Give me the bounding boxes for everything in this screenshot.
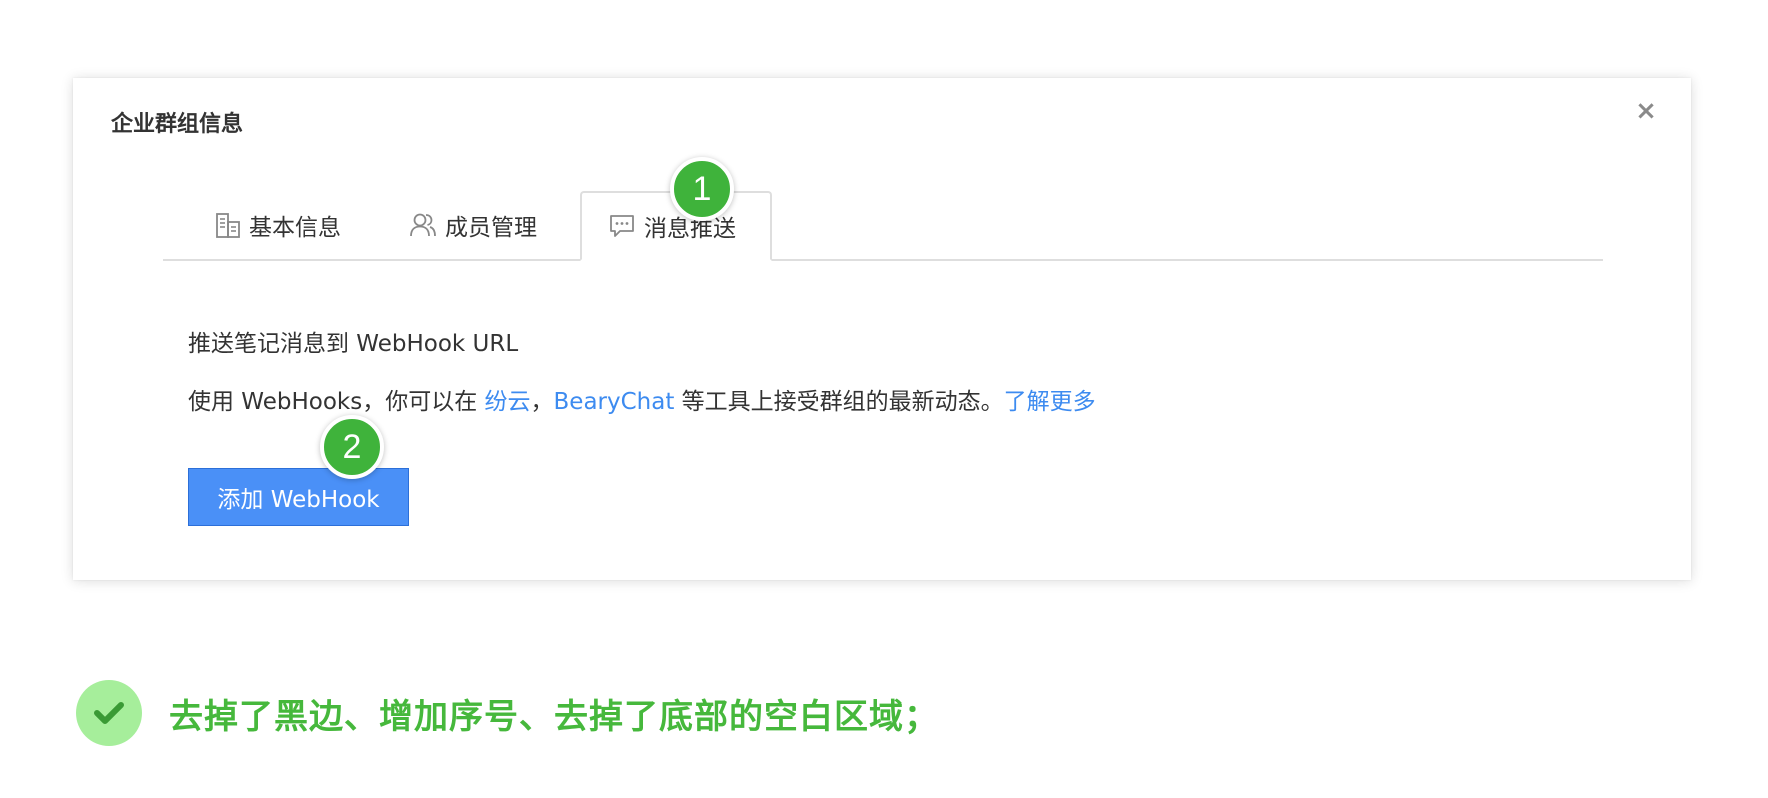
message-icon	[610, 215, 634, 237]
close-icon[interactable]: ×	[1635, 96, 1657, 126]
add-webhook-button[interactable]: 添加 WebHook	[188, 468, 409, 526]
enterprise-group-dialog: 企业群组信息 × 基本信息 成员管理 消息推送 推送笔记消息到 WebHook …	[73, 78, 1691, 580]
webhook-heading: 推送笔记消息到 WebHook URL	[188, 331, 519, 357]
description-prefix: 使用 WebHooks，你可以在	[188, 389, 485, 415]
tab-member-management-label: 成员管理	[445, 215, 537, 241]
tab-bar: 基本信息 成员管理 消息推送	[163, 191, 1603, 261]
learn-more-link[interactable]: 了解更多	[1004, 389, 1096, 415]
tab-member-management[interactable]: 成员管理	[409, 191, 537, 259]
building-icon	[216, 213, 240, 238]
description-separator: ，	[530, 389, 554, 415]
fenyun-link[interactable]: 纷云	[485, 389, 531, 415]
tab-basic-info[interactable]: 基本信息	[215, 191, 341, 259]
description-middle: 等工具上接受群组的最新动态。	[674, 389, 1004, 415]
webhook-description: 使用 WebHooks，你可以在 纷云，BearyChat 等工具上接受群组的最…	[188, 382, 1096, 416]
bearychat-link[interactable]: BearyChat	[554, 389, 675, 415]
check-icon	[76, 680, 142, 746]
note-text: 去掉了黑边、增加序号、去掉了底部的空白区域；	[169, 696, 939, 737]
dialog-title: 企业群组信息	[111, 112, 244, 137]
step-badge-2: 2	[320, 415, 384, 479]
step-badge-1: 1	[670, 157, 734, 221]
users-icon	[410, 213, 436, 237]
close-button[interactable]: ×	[1631, 96, 1661, 126]
tab-basic-info-label: 基本信息	[249, 215, 341, 241]
change-note: 去掉了黑边、增加序号、去掉了底部的空白区域；	[76, 680, 939, 746]
